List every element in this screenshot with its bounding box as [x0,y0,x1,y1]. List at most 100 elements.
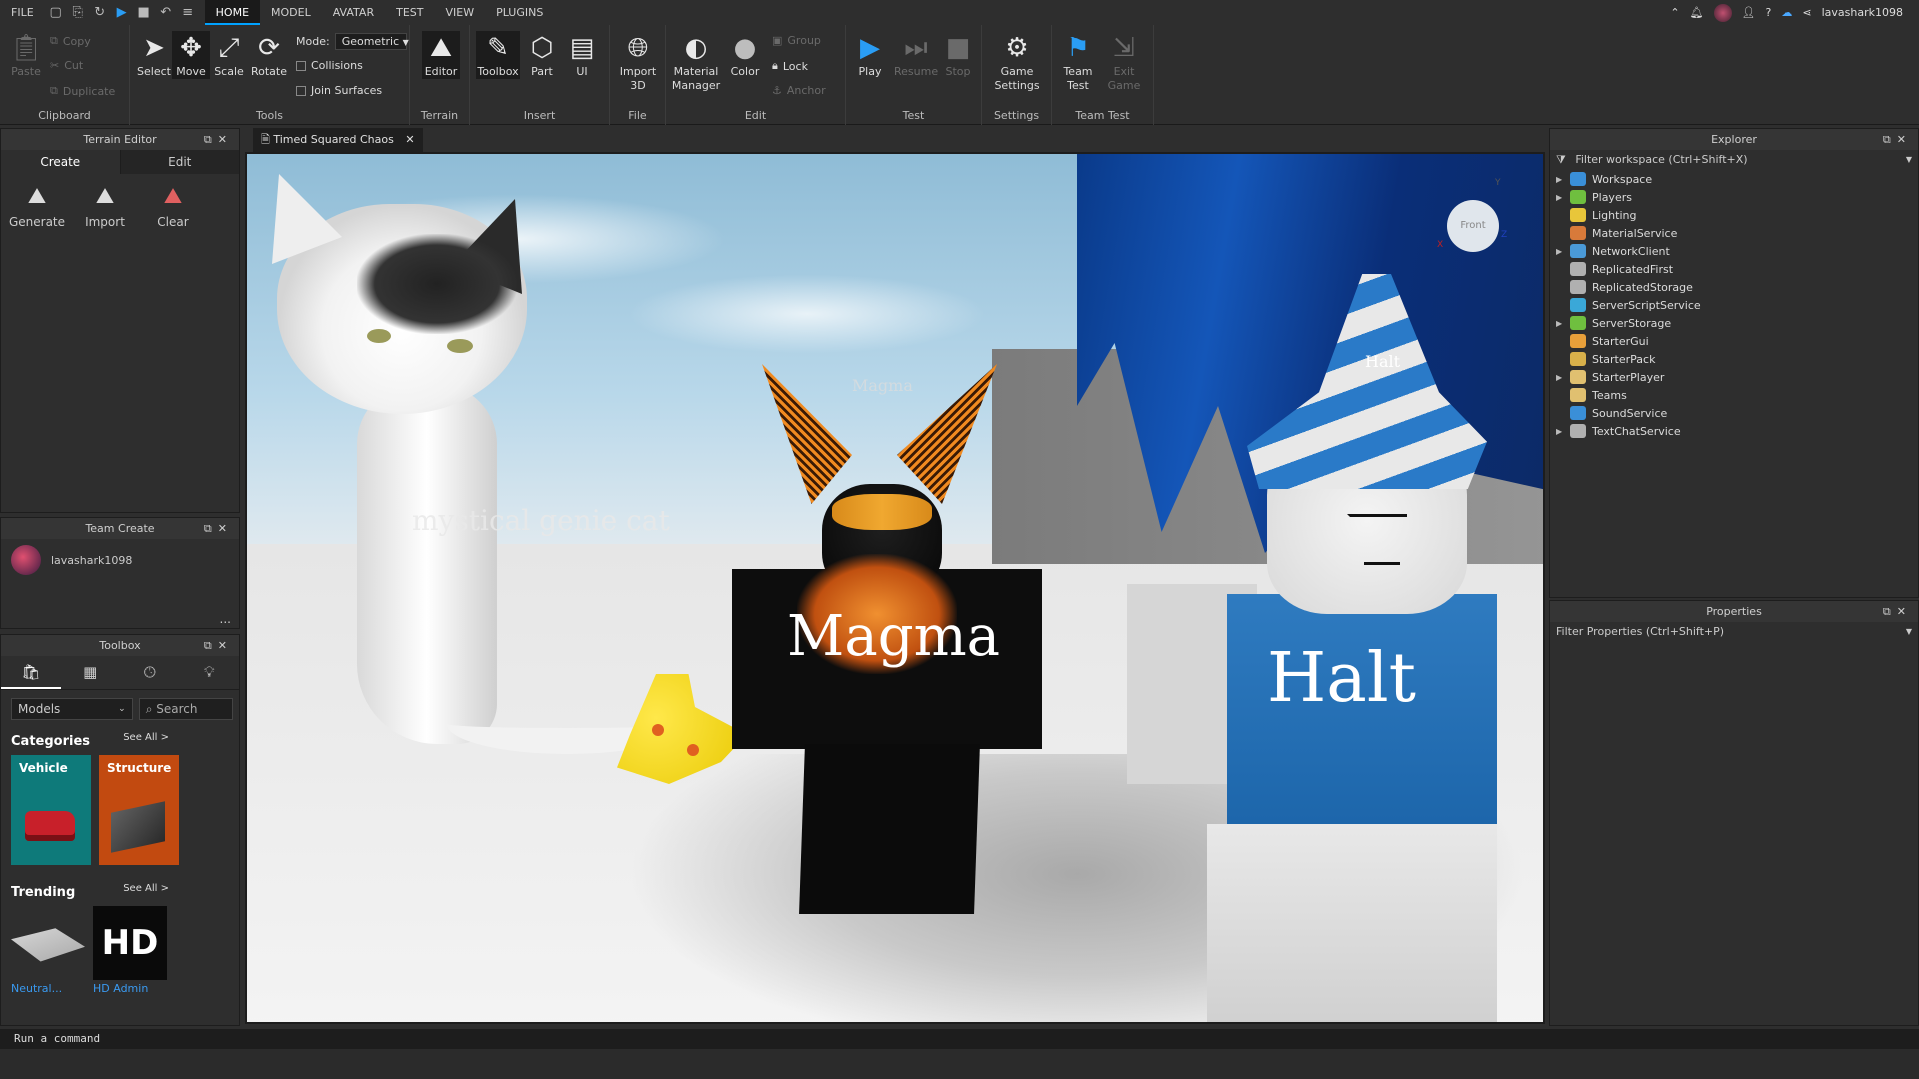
trending-item[interactable]: Neutral... [11,906,85,995]
explorer-item-serverstorage[interactable]: ▶ ServerStorage [1550,314,1918,332]
tab-model[interactable]: MODEL [260,0,322,25]
view-cube-face[interactable]: Front [1447,200,1499,252]
view-cube[interactable]: Front Y X Z [1437,178,1507,256]
explorer-item-textchatservice[interactable]: ▶ TextChatService [1550,422,1918,440]
share-icon[interactable]: ⋖ [1802,6,1811,19]
tab-view[interactable]: VIEW [434,0,485,25]
explorer-item-startergui[interactable]: StarterGui [1550,332,1918,350]
play-icon[interactable]: ▶ [111,5,133,20]
stop-button[interactable]: ■ Stop [940,31,976,79]
float-icon[interactable]: ⧉ [204,639,218,652]
tab-home[interactable]: HOME [204,0,261,25]
explorer-item-workspace[interactable]: ▶ Workspace [1550,170,1918,188]
part-button[interactable]: ⬡ Part [524,31,560,79]
stop-icon[interactable]: ■ [133,5,155,20]
float-icon[interactable]: ⧉ [204,522,218,535]
trending-item[interactable]: HD HD Admin [93,906,167,995]
toolbox-button[interactable]: ✎ Toolbox [476,31,520,79]
tab-test[interactable]: TEST [385,0,434,25]
close-icon[interactable]: ✕ [1897,133,1912,146]
explorer-filter-input[interactable]: ⧩ Filter workspace (Ctrl+Shift+X) ▼ [1550,150,1918,170]
notifications-icon[interactable]: 🔔︎ [1690,6,1704,19]
categories-see-all-link[interactable]: See All > [123,732,169,743]
3d-viewport[interactable]: mystical genie cat Magma Magma Halt Halt… [245,152,1545,1024]
expand-arrow-icon[interactable]: ▶ [1556,175,1570,184]
join-surfaces-checkbox[interactable] [296,85,306,96]
float-icon[interactable]: ⧉ [204,133,218,146]
import-button[interactable]: ⛰ Import [71,184,139,229]
close-icon[interactable]: ✕ [218,639,233,652]
duplicate-button[interactable]: ⧉ Duplicate [50,84,115,98]
copy-button[interactable]: ⧉ Copy [50,34,91,48]
tab-edit[interactable]: Edit [120,150,239,174]
username[interactable]: lavashark1098 [1822,6,1903,19]
explorer-item-players[interactable]: ▶ Players [1550,188,1918,206]
category-dropdown[interactable]: Models ⌄ [11,698,133,720]
material-manager-button[interactable]: ◐ Material Manager [668,31,724,93]
explorer-item-replicatedstorage[interactable]: ReplicatedStorage [1550,278,1918,296]
mode-dropdown[interactable]: Geometric ▼ [334,33,409,50]
recent-tab[interactable]: 🕓︎ [120,656,180,689]
rotate-button[interactable]: ⟳ Rotate [248,31,290,79]
marketplace-tab[interactable]: 🛍︎ [1,656,61,689]
collisions-toggle[interactable]: Collisions [296,59,363,72]
color-button[interactable]: ● Color [726,31,764,79]
category-tile-vehicle[interactable]: Vehicle [11,755,91,865]
more-options-button[interactable]: ... [220,612,231,626]
clear-button[interactable]: ⛰ Clear [139,184,207,229]
terrain-editor-button[interactable]: ⛰ Editor [422,31,460,79]
expand-arrow-icon[interactable]: ▶ [1556,193,1570,202]
explorer-item-lighting[interactable]: Lighting [1550,206,1918,224]
expand-arrow-icon[interactable]: ▶ [1556,427,1570,436]
group-button[interactable]: ▣ Group [772,34,821,47]
lock-button[interactable]: 🔒︎ Lock [772,59,808,73]
explorer-item-starterplayer[interactable]: ▶ StarterPlayer [1550,368,1918,386]
expand-arrow-icon[interactable]: ▶ [1556,373,1570,382]
explorer-item-teams[interactable]: Teams [1550,386,1918,404]
expand-arrow-icon[interactable]: ▶ [1556,319,1570,328]
select-button[interactable]: ➤ Select [136,31,172,79]
expand-arrow-icon[interactable]: ▶ [1556,247,1570,256]
trending-see-all-link[interactable]: See All > [123,883,169,894]
add-friend-icon[interactable]: 👤︎ [1742,6,1756,19]
close-icon[interactable]: ✕ [218,522,233,535]
import-3d-button[interactable]: 🌐︎ Import 3D [618,31,658,93]
undo-icon[interactable]: ↶ [155,5,177,20]
anchor-button[interactable]: ⚓︎ Anchor [772,84,826,97]
explorer-item-materialservice[interactable]: MaterialService [1550,224,1918,242]
customize-icon[interactable]: ≡ [177,5,199,20]
category-tile-structure[interactable]: Structure [99,755,179,865]
explorer-item-serverscriptservice[interactable]: ServerScriptService [1550,296,1918,314]
cut-button[interactable]: ✂ Cut [50,59,83,72]
resume-button[interactable]: ⏭︎ Resume [894,31,938,79]
inventory-tab[interactable]: ▦ [61,656,121,689]
explorer-item-replicatedfirst[interactable]: ReplicatedFirst [1550,260,1918,278]
ui-button[interactable]: ▤ UI [564,31,600,79]
tab-avatar[interactable]: AVATAR [322,0,385,25]
move-button[interactable]: ✥ Move [172,31,210,79]
paste-button[interactable]: 📋︎ Paste [8,31,44,79]
toolbox-search-input[interactable]: ⌕ Search [138,698,233,720]
properties-filter-input[interactable]: Filter Properties (Ctrl+Shift+P) ▼ [1550,622,1918,642]
team-member-row[interactable]: lavashark1098 [1,539,239,581]
tab-create[interactable]: Create [1,150,121,174]
close-icon[interactable]: ✕ [218,133,233,146]
team-test-button[interactable]: ⚑ Team Test [1058,31,1098,93]
float-icon[interactable]: ⧉ [1883,133,1897,146]
explorer-item-networkclient[interactable]: ▶ NetworkClient [1550,242,1918,260]
play-button[interactable]: ▶ Play [850,31,890,79]
creations-tab[interactable]: 💡︎ [180,656,240,689]
collisions-checkbox[interactable] [296,60,306,71]
join-surfaces-toggle[interactable]: Join Surfaces [296,84,382,97]
explorer-item-soundservice[interactable]: SoundService [1550,404,1918,422]
help-icon[interactable]: ? [1766,6,1772,19]
collapse-ribbon-icon[interactable]: ⌃ [1670,6,1679,19]
new-file-icon[interactable]: ▢ [45,5,67,20]
document-tab[interactable]: 🗎︎ Timed Squared Chaos ✕ [253,128,423,152]
scale-button[interactable]: ⤢ Scale [210,31,248,79]
game-settings-button[interactable]: ⚙ Game Settings [992,31,1042,93]
cloud-icon[interactable]: ☁ [1781,6,1792,19]
float-icon[interactable]: ⧉ [1883,605,1897,618]
command-bar-input[interactable]: Run a command [0,1029,1919,1049]
tab-plugins[interactable]: PLUGINS [485,0,554,25]
